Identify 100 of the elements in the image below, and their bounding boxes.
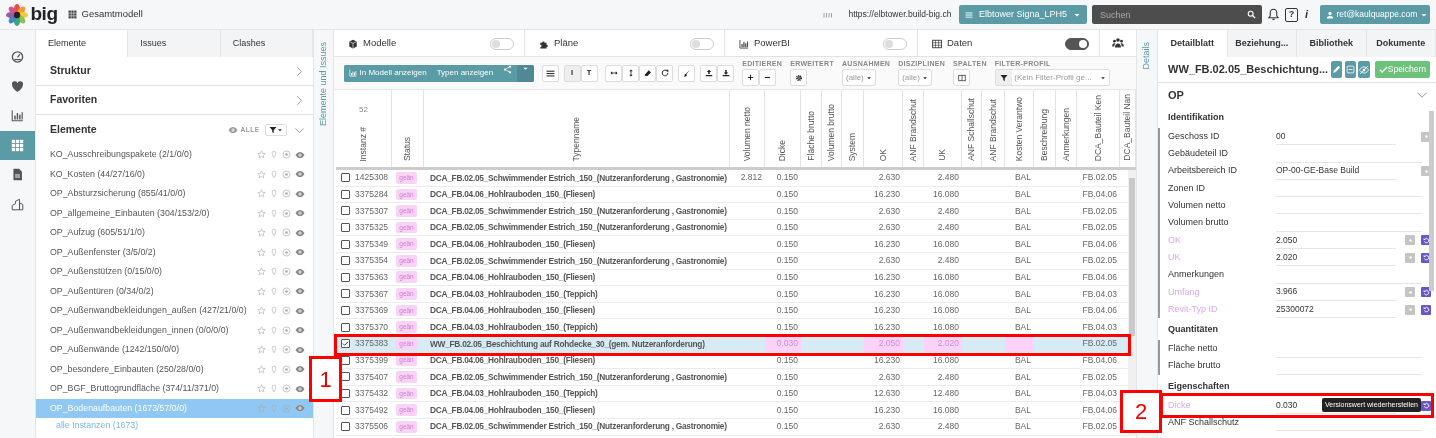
- element-list-item[interactable]: KO_Ausschreibungspakete (2/1/0/0): [36, 145, 313, 165]
- table-cell: 2.480: [937, 370, 959, 384]
- table-cell: 2.480: [937, 254, 959, 268]
- panel-tab[interactable]: Issues: [128, 30, 221, 57]
- type-name: DCA_FB.02.05_Schwimmender Estrich_150_(Nutzeranforderung , Gastronomie): [430, 204, 727, 218]
- detail-tab[interactable]: Bibliothek: [1297, 30, 1367, 57]
- instance-id: 3375307: [355, 204, 389, 218]
- element-label: OP_Bodenaufbauten (1673/57/0/0): [50, 401, 187, 415]
- section-header[interactable]: OP: [1158, 82, 1436, 107]
- table-cell: 2.480: [937, 221, 959, 234]
- property-label: OK: [1168, 233, 1182, 247]
- table-cell: 16.230: [874, 403, 900, 417]
- property-field[interactable]: 25300072: [1276, 300, 1396, 319]
- section-header[interactable]: Favoriten: [36, 86, 313, 115]
- property-field[interactable]: OP-00-GE-Base Build: [1276, 162, 1396, 180]
- table-cell: FB.04.06: [1082, 271, 1117, 284]
- type-name: DCA_FB.04.06_Hohlrauboden_150_(Fliesen): [430, 237, 595, 251]
- table-cell: BAL: [1014, 403, 1031, 417]
- table-cell: FB.02.05: [1082, 221, 1117, 234]
- property-field[interactable]: 2.020: [1276, 249, 1396, 267]
- column-header[interactable]: UK: [938, 149, 947, 161]
- table-cell: 0.150: [776, 221, 798, 234]
- table-cell: 16.230: [874, 353, 900, 367]
- instance-id: 3375492: [355, 403, 389, 417]
- column-header[interactable]: Volumen brutto: [827, 103, 836, 161]
- column-header[interactable]: Fläche brutto: [806, 111, 816, 161]
- property-field[interactable]: 00: [1276, 128, 1396, 146]
- instance-id: 3375383: [355, 337, 389, 351]
- element-list-item[interactable]: OP_allgemeine_Einbauten (304/153/2/0): [36, 203, 313, 223]
- element-list-item[interactable]: OP_Außentüren (0/34/0/2): [36, 281, 313, 301]
- table-cell: FB.04.06: [1082, 304, 1117, 317]
- table-cell: 2.630: [878, 221, 900, 234]
- element-list-item[interactable]: OP_Außenwandbekleidungen_innen (0/0/0/0): [36, 320, 313, 340]
- property-label: Fläche netto: [1168, 342, 1219, 356]
- view-label: Daten: [947, 36, 973, 51]
- column-header[interactable]: ANF Brandschut: [908, 98, 918, 161]
- detail-tab[interactable]: Beziehung...: [1227, 30, 1297, 57]
- table-cell: 0.150: [776, 237, 798, 251]
- app-logo-text: big: [30, 2, 58, 27]
- table-cell: 2.480: [937, 420, 959, 434]
- column-header[interactable]: Instanz #: [359, 126, 368, 161]
- element-label: OP_besondere_Einbauten (250/28/0/0): [50, 362, 204, 376]
- column-header[interactable]: DCA_Bauteil Ken: [1093, 94, 1103, 161]
- table-cell: FB.04.03: [1082, 387, 1117, 400]
- search-box[interactable]: Suchen: [1091, 5, 1262, 24]
- table-cell: 2.812: [740, 171, 762, 185]
- column-header[interactable]: System: [848, 132, 857, 161]
- table-cell: 0.150: [776, 171, 798, 185]
- element-list-item[interactable]: OP_Absturzsicherung (855/41/0/0): [36, 184, 313, 204]
- column-header[interactable]: Kosten Verantwo: [1014, 96, 1024, 161]
- element-list-item[interactable]: KO_Kosten (44/27/16/0): [36, 164, 313, 184]
- table-cell: 2.630: [878, 420, 900, 434]
- element-list-item[interactable]: OP_Außenfenster (3/5/0/2): [36, 242, 313, 262]
- panel-tab[interactable]: Clashes: [220, 30, 313, 57]
- section-header[interactable]: Struktur: [36, 57, 313, 86]
- element-label: OP_Außenwandbekleidungen_innen (0/0/0/0): [50, 323, 229, 337]
- column-header[interactable]: Volumen netto: [742, 106, 752, 161]
- column-header[interactable]: Dicke: [778, 139, 787, 161]
- instance-id: 3375407: [355, 370, 389, 384]
- column-header[interactable]: Typenname: [572, 116, 581, 161]
- model-name[interactable]: Gesamtmodell: [81, 7, 143, 22]
- column-header[interactable]: Anmerkungen: [1061, 108, 1071, 161]
- column-header[interactable]: Status: [403, 136, 412, 161]
- element-list-item[interactable]: OP_Außenwandbekleidungen_außen (427/21/0/0): [36, 301, 313, 321]
- column-header[interactable]: OK: [878, 148, 888, 161]
- property-label: Gebäudeteil ID: [1168, 147, 1230, 161]
- element-list-item[interactable]: OP_Außenstützen (0/15/0/0): [36, 262, 313, 282]
- table-cell: 16.080: [933, 304, 959, 317]
- property-field[interactable]: 3.966: [1276, 283, 1396, 301]
- detail-tab[interactable]: Dokumente: [1366, 30, 1436, 57]
- table-cell: FB.04.03: [1082, 320, 1117, 334]
- column-header[interactable]: ANF Brandschut: [988, 98, 998, 161]
- property-label: UK: [1168, 250, 1182, 264]
- table-cell: BAL: [1014, 287, 1031, 301]
- type-name: DCA_FB.04.06_Hohlrauboden_150_(Fliesen): [430, 304, 595, 317]
- table-cell: 2.630: [878, 204, 900, 218]
- table-cell: 0.150: [776, 271, 798, 284]
- table-cell: FB.04.06: [1082, 403, 1117, 417]
- help-button[interactable]: ?: [1284, 7, 1298, 22]
- type-name: DCA_FB.02.05_Schwimmender Estrich_150_(Nutzeranforderung , Gastronomie): [430, 370, 727, 384]
- type-name: DCA_FB.04.03_Hohlrauboden_150_(Teppich): [430, 387, 598, 400]
- table-cell: 12.480: [933, 387, 959, 400]
- property-field[interactable]: 2.050: [1276, 231, 1396, 250]
- type-name: DCA_FB.02.05_Schwimmender Estrich_150_(Nutzeranforderung , Gastronomie): [430, 221, 727, 234]
- info-button[interactable]: i: [1302, 6, 1310, 23]
- column-header[interactable]: ANF Schallschut: [967, 98, 976, 161]
- type-name: DCA_FB.04.06_Hohlrauboden_150_(Fliesen): [430, 271, 595, 284]
- property-label: Fläche brutto: [1168, 359, 1222, 373]
- instance-id: 3375370: [355, 320, 389, 334]
- search-field[interactable]: Suchen: [1097, 6, 1238, 23]
- element-label: KO_Ausschreibungspakete (2/1/0/0): [50, 148, 192, 162]
- section-title: Struktur: [50, 63, 91, 79]
- callout-number-tooltip: 1: [309, 356, 342, 402]
- property-label: ANF Schallschutz: [1168, 416, 1241, 430]
- element-list-item[interactable]: OP_Aufzug (605/51/1/0): [36, 223, 313, 243]
- column-header[interactable]: Beschreibung: [1040, 109, 1049, 161]
- section-title: Elemente: [50, 122, 97, 138]
- element-label: OP_Außenwände (1242/150/0/0): [50, 343, 180, 357]
- type-name: DCA_FB.04.06_Hohlrauboden_150_(Fliesen): [430, 188, 595, 201]
- column-header[interactable]: DCA_Bauteil Nan: [1123, 94, 1132, 161]
